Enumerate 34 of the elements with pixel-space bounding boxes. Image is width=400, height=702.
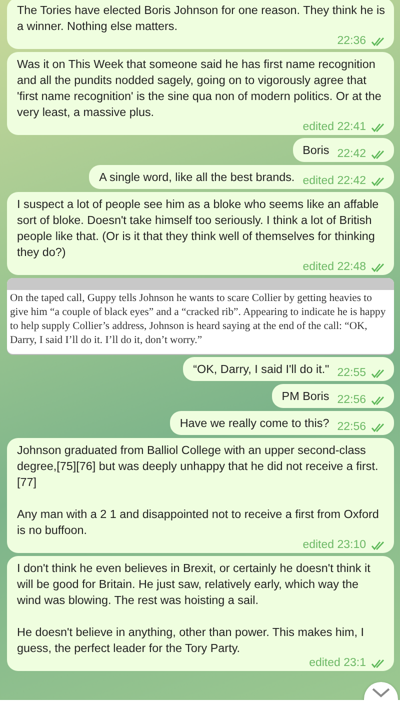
double-check-icon <box>371 262 385 272</box>
double-check-icon <box>371 150 385 158</box>
message-time: edited 22:48 <box>302 261 366 273</box>
message-time: edited 22:41 <box>302 121 366 133</box>
message-time: 22:42 <box>337 148 366 160</box>
article-text: On the taped call, Guppy tells Johnson he wants to scare Collier by getting heavies to give him “a couple of black eyes” and a “cracked rib”. Appearing to indicate he is happy to help supply Collier’s address, Johnson is heard saying at the end of the call: “OK, Darry, I said I’ll do it. I’ll do it, don’t worry.” <box>9 292 387 348</box>
message-text: Any man with a 2 1 and disappointed not to receive a first from Oxford is no buffoon. <box>17 507 380 539</box>
message-text: I suspect a lot of people see him as a bloke who seems like an affable sort of bloke. Doesn't take himself too seriously. I think a lot of British people like that. (Or is it that they think well of themselves for thinking they do?) <box>17 197 380 261</box>
message-text: Johnson graduated from Balliol College with an upper second-class degree,[75][76] but was deeply unhappy that he did not receive a first.[77] <box>17 443 380 491</box>
message-text: A single word, like all the best brands. <box>99 170 295 186</box>
double-check-icon <box>371 658 385 668</box>
double-check-icon <box>371 176 385 186</box>
double-check-icon <box>371 368 385 378</box>
message-text: Boris <box>302 143 330 159</box>
message-time: 22:56 <box>337 394 366 406</box>
double-check-icon <box>371 540 385 550</box>
message-time: 22:36 <box>337 35 366 47</box>
message-text: Was it on This Week that someone said he has first name recognition and all the pundits nodded sagely, going on to vigorously agree that 'first name recognition' is the sine qua non of modern politics. Or at the very least, a massive plus. <box>17 57 382 121</box>
message-text: The Tories have elected Boris Johnson for one reason. They think he is a winner. Nothing else matters. <box>17 3 385 35</box>
message-text: He doesn't believe in anything, other than power. This makes him, I guess, the perfect leader for the Tory Party. <box>17 625 365 657</box>
message-time: edited 23:10 <box>302 539 366 551</box>
chevron-down-icon <box>372 688 390 698</box>
message-time: 22:56 <box>337 421 366 433</box>
double-check-icon <box>371 122 385 132</box>
message-text: I don't think he even believes in Brexit, or certainly he doesn't think it will be good for Britain. He just saw, relatively early, which way the wind was blowing. The rest was hoisting a sail. <box>17 561 372 609</box>
message-time: edited 22:42 <box>302 175 366 187</box>
message-text: “OK, Darry, I said I'll do it." <box>193 362 330 378</box>
message-time: edited 23:1 <box>309 657 366 669</box>
message-text: Have we really come to this? <box>180 416 330 432</box>
double-check-icon <box>371 396 385 404</box>
message-text: PM Boris <box>282 389 330 405</box>
double-check-icon <box>371 36 385 46</box>
double-check-icon <box>371 422 385 432</box>
message-time: 22:55 <box>337 367 366 379</box>
